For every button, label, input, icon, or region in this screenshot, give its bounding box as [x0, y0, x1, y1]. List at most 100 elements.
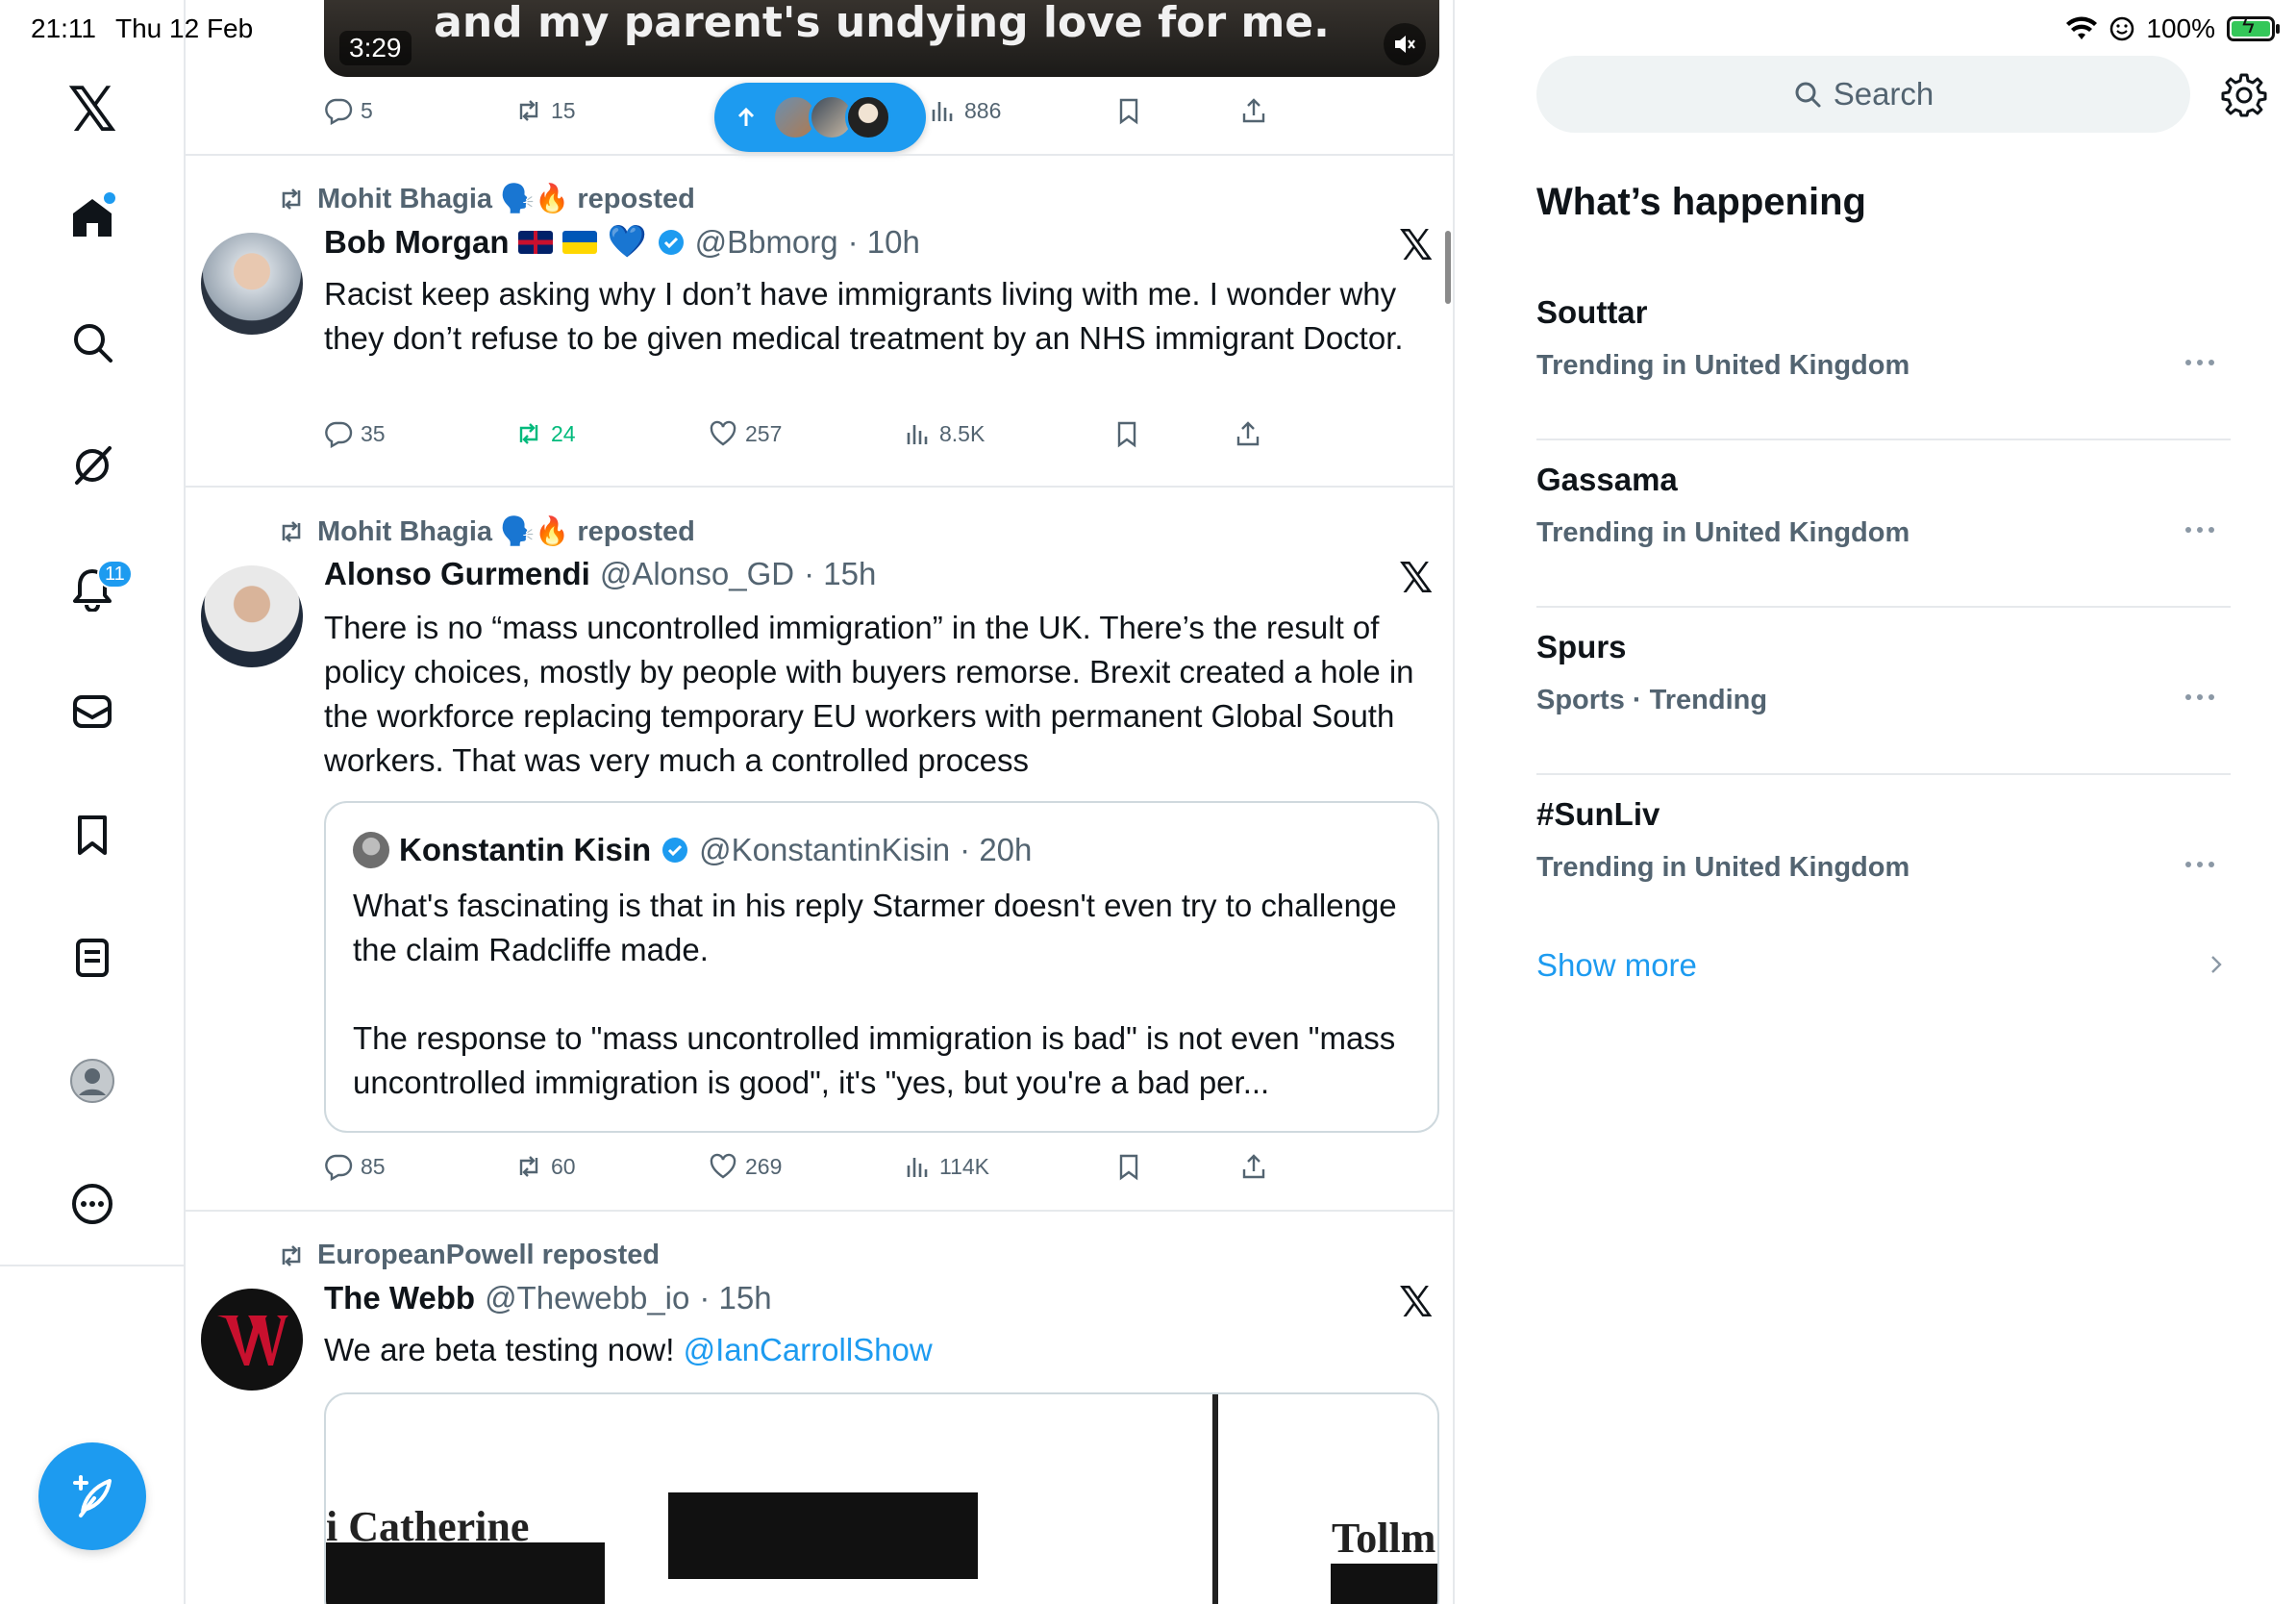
views-button[interactable]: 114K — [903, 1152, 989, 1181]
document-text: Tollm — [1332, 1515, 1436, 1562]
repost-button[interactable]: 24 — [514, 419, 576, 448]
share-button[interactable] — [1239, 1152, 1268, 1181]
wifi-icon — [2066, 16, 2098, 39]
avatar[interactable] — [201, 1289, 303, 1391]
bookmark-icon — [1119, 1154, 1138, 1181]
share-icon — [1242, 98, 1265, 123]
search-placeholder: Search — [1833, 76, 1934, 112]
compose-post-button[interactable] — [38, 1442, 146, 1550]
share-button[interactable] — [1239, 96, 1268, 125]
author-handle[interactable]: @Alonso_GD — [600, 556, 794, 592]
uk-flag-icon — [518, 230, 554, 254]
repost-button[interactable]: 15 — [514, 96, 576, 125]
reply-button[interactable]: 35 — [324, 419, 386, 448]
like-button[interactable]: 257 — [709, 419, 782, 448]
arrow-up-icon — [737, 107, 755, 126]
timeline[interactable]: and my parent's undying love for me. 3:2… — [186, 0, 1455, 1604]
author-handle[interactable]: @Bbmorg — [695, 224, 838, 261]
post-time: · 15h — [699, 1280, 772, 1316]
more-dots-icon — [2185, 694, 2214, 700]
author-name[interactable]: Konstantin Kisin — [399, 832, 651, 868]
nav-rail: 𝕏 11 — [0, 0, 186, 1604]
repost-icon — [519, 1156, 538, 1177]
trend-more-button[interactable] — [2179, 348, 2221, 377]
search-input[interactable]: Search — [1536, 56, 2190, 133]
mute-button[interactable] — [1384, 23, 1426, 65]
author-name[interactable]: Alonso Gurmendi — [324, 556, 590, 592]
views-button[interactable]: 886 — [928, 96, 1001, 125]
reposted-by[interactable]: EuropeanPowell reposted — [317, 1240, 660, 1271]
trend-item[interactable]: Souttar Trending in United Kingdom — [1536, 273, 2231, 440]
trend-more-button[interactable] — [2179, 850, 2221, 879]
nav-profile-avatar-icon[interactable] — [63, 1052, 121, 1110]
avatar[interactable] — [353, 832, 389, 868]
nav-notifications-icon[interactable]: 11 — [63, 560, 133, 617]
avatar[interactable] — [201, 565, 303, 667]
nav-more-icon[interactable] — [63, 1175, 121, 1233]
trend-name: Souttar — [1536, 294, 1648, 330]
nav-grok-icon[interactable] — [63, 437, 121, 494]
notification-count-badge: 11 — [97, 560, 133, 589]
video-player[interactable]: and my parent's undying love for me. 3:2… — [324, 0, 1439, 77]
bookmark-icon — [1117, 421, 1136, 448]
tweet-text: There is no “mass uncontrolled immigrati… — [324, 610, 1414, 778]
bookmark-button[interactable] — [1114, 1152, 1143, 1181]
heart-icon — [710, 1153, 736, 1179]
author-handle[interactable]: @KonstantinKisin — [699, 832, 950, 868]
new-posts-pill[interactable] — [714, 83, 926, 152]
tweet-media-image[interactable]: i Catherine Tollm — [324, 1392, 1439, 1604]
scrollbar[interactable] — [1445, 231, 1451, 304]
reply-button[interactable]: 5 — [324, 96, 373, 125]
speaker-muted-icon — [1395, 36, 1415, 53]
trend-item[interactable]: #SunLiv Trending in United Kingdom — [1536, 775, 2231, 942]
rail-divider — [0, 1265, 186, 1266]
x-logo-icon[interactable]: 𝕏 — [63, 79, 121, 140]
views-icon — [907, 425, 928, 444]
home-unread-dot — [104, 192, 115, 204]
search-icon — [1795, 82, 1821, 108]
nav-lists-icon[interactable] — [63, 929, 121, 987]
views-button[interactable]: 8.5K — [903, 419, 985, 448]
reply-button[interactable]: 85 — [324, 1152, 386, 1181]
redaction-bar — [668, 1492, 978, 1579]
nav-explore-search-icon[interactable] — [63, 313, 121, 371]
repost-button[interactable]: 60 — [514, 1152, 576, 1181]
reposted-by[interactable]: Mohit Bhagia 🗣️🔥 reposted — [317, 515, 695, 548]
reply-icon — [325, 98, 353, 125]
reposted-by[interactable]: Mohit Bhagia 🗣️🔥 reposted — [317, 183, 695, 215]
trend-name: Gassama — [1536, 462, 1678, 497]
trend-item[interactable]: Gassama Trending in United Kingdom — [1536, 440, 2231, 608]
redaction-bar — [1331, 1564, 1437, 1604]
focus-icon — [2110, 16, 2134, 41]
x-logo-icon: 𝕏 — [1399, 222, 1434, 269]
quoted-tweet[interactable]: Konstantin Kisin @KonstantinKisin · 20h … — [324, 801, 1439, 1133]
nav-bookmarks-icon[interactable] — [63, 806, 121, 864]
author-name[interactable]: The Webb — [324, 1280, 475, 1316]
tweet-header: Alonso Gurmendi @Alonso_GD · 15h — [324, 556, 876, 592]
mention-link[interactable]: @IanCarrollShow — [684, 1332, 933, 1367]
chevron-right-icon[interactable] — [2202, 950, 2231, 979]
trend-name: #SunLiv — [1536, 796, 1660, 832]
tweet-text: We are beta testing now! @IanCarrollShow — [324, 1332, 933, 1367]
settings-gear-icon[interactable] — [2221, 71, 2267, 117]
nav-messages-icon[interactable] — [63, 683, 121, 740]
author-name[interactable]: Bob Morgan — [324, 224, 509, 261]
repost-icon — [282, 521, 301, 542]
trend-more-button[interactable] — [2179, 683, 2221, 712]
reply-icon — [325, 421, 353, 448]
video-caption: and my parent's undying love for me. — [434, 0, 1330, 47]
x-logo-icon: 𝕏 — [1399, 1279, 1434, 1326]
trend-more-button[interactable] — [2179, 515, 2221, 544]
trend-item[interactable]: Spurs Sports · Trending — [1536, 608, 2231, 775]
bookmark-button[interactable] — [1112, 419, 1141, 448]
show-more-link[interactable]: Show more — [1536, 947, 1697, 984]
document-text: i Catherine — [326, 1503, 530, 1550]
nav-home-icon[interactable] — [63, 188, 121, 246]
bookmark-button[interactable] — [1114, 96, 1143, 125]
avatar[interactable] — [201, 233, 303, 335]
author-handle[interactable]: @Thewebb_io — [485, 1280, 689, 1316]
like-button[interactable]: 269 — [709, 1152, 782, 1181]
repost-indicator: Mohit Bhagia 🗣️🔥 reposted — [277, 183, 695, 215]
share-button[interactable] — [1234, 419, 1262, 448]
post-time: · 10h — [847, 223, 920, 260]
